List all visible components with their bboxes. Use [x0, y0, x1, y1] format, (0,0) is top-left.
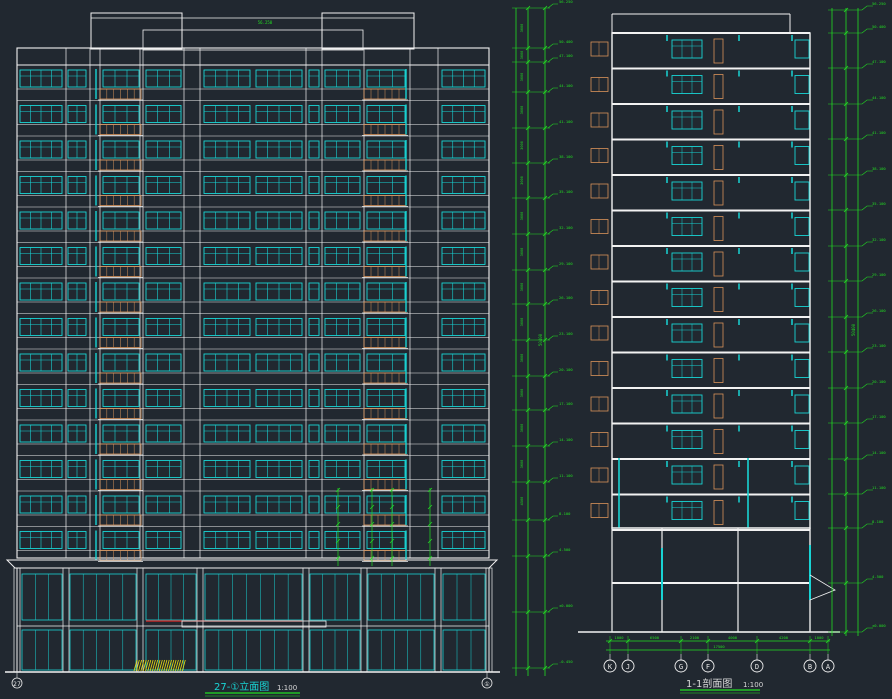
axis-label: F — [706, 663, 710, 671]
story-height-text: 4500 — [520, 497, 524, 506]
axis-label-left: 27 — [13, 681, 21, 688]
section-level-text: 47.100 — [872, 59, 886, 64]
bottom-dim-text: 2100 — [690, 635, 700, 640]
section-level-text: 8.100 — [872, 519, 884, 524]
bottom-dim-text: 4200 — [779, 635, 789, 640]
level-mark-text: 17.100 — [559, 401, 573, 406]
story-height-text: 3000 — [520, 176, 524, 185]
section-level-text: 17.100 — [872, 414, 886, 419]
bottom-dim-text: 1000 — [814, 635, 824, 640]
story-height-text: 3000 — [520, 424, 524, 433]
axis-label: D — [755, 663, 759, 671]
level-mark-text: 8.100 — [559, 511, 571, 516]
axis-label: B — [808, 663, 812, 671]
section-level-text: 23.100 — [872, 343, 886, 348]
story-height-text: 3000 — [520, 73, 524, 82]
level-mark-text: 11.100 — [559, 473, 573, 478]
level-mark-text: 38.100 — [559, 154, 573, 159]
section-level-text: ±0.000 — [872, 623, 886, 628]
section-level-text: 32.100 — [872, 237, 886, 242]
level-mark-text: 32.100 — [559, 225, 573, 230]
story-height-text: 3600 — [520, 460, 524, 469]
cad-drawing-canvas: 56.250 56.250 50.400 47.100 44.100 41.100 38.… — [0, 0, 892, 699]
level-mark-text: 26.100 — [559, 295, 573, 300]
level-mark-text: 44.100 — [559, 83, 573, 88]
story-height-text: 3000 — [520, 141, 524, 150]
level-mark-text: 50.400 — [559, 39, 573, 44]
story-height-text: 3000 — [520, 51, 524, 60]
level-mark-text: 4.500 — [559, 547, 571, 552]
bottom-total-dim-text: 17500 — [713, 644, 725, 649]
story-height-text: 3000 — [520, 354, 524, 363]
story-height-text: 3000 — [520, 24, 524, 33]
bottom-dim-text: 6500 — [650, 635, 660, 640]
story-height-text: 3000 — [520, 248, 524, 257]
section-level-text: 41.100 — [872, 130, 886, 135]
axis-label-right: ① — [484, 681, 489, 688]
section-scale: 1:100 — [743, 681, 763, 689]
bottom-dim-text: 1000 — [614, 635, 624, 640]
axis-label: G — [679, 663, 683, 671]
elevation-title: 27-①立面图 — [214, 680, 269, 693]
elevation-scale: 1:100 — [277, 684, 297, 692]
total-height-text: 50400 — [538, 333, 543, 346]
level-mark-text: 14.100 — [559, 437, 573, 442]
story-height-text: 3000 — [520, 283, 524, 292]
section-level-text: 50.400 — [872, 24, 886, 29]
bottom-dim-text: 4000 — [728, 635, 738, 640]
level-mark-text: -0.450 — [559, 659, 573, 664]
story-height-text: 3000 — [520, 212, 524, 221]
axis-label: J — [626, 663, 630, 671]
level-mark-text: 47.100 — [559, 53, 573, 58]
section-level-text: 56.250 — [872, 1, 886, 6]
story-height-text: 3000 — [520, 389, 524, 398]
roof-level-mark: 56.250 — [258, 20, 273, 25]
level-mark-text: 20.100 — [559, 367, 573, 372]
section-level-text: 4.500 — [872, 574, 884, 579]
section-level-text: 20.100 — [872, 379, 886, 384]
level-mark-text: 56.250 — [559, 0, 573, 4]
section-total-height-text: 50400 — [851, 323, 856, 336]
section-title: 1-1剖面图 — [686, 677, 732, 690]
section-level-text: 35.100 — [872, 201, 886, 206]
story-height-text: 3000 — [520, 318, 524, 327]
section-level-text: 29.100 — [872, 272, 886, 277]
level-mark-text: 35.100 — [559, 189, 573, 194]
section-level-text: 38.100 — [872, 166, 886, 171]
section-level-text: 44.100 — [872, 95, 886, 100]
level-mark-text: 41.100 — [559, 119, 573, 124]
section-level-text: 26.100 — [872, 308, 886, 313]
level-mark-text: ±0.000 — [559, 603, 573, 608]
story-height-text: 3000 — [520, 106, 524, 115]
section-level-text: 14.100 — [872, 450, 886, 455]
level-mark-text: 29.100 — [559, 261, 573, 266]
section-level-text: 11.100 — [872, 485, 886, 490]
level-mark-text: 23.100 — [559, 331, 573, 336]
